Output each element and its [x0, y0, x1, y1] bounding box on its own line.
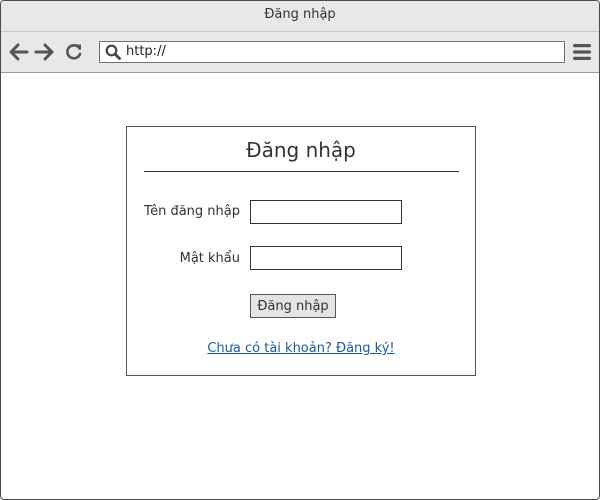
- hamburger-menu-icon: [573, 44, 591, 60]
- browser-toolbar: [1, 32, 599, 73]
- reload-button[interactable]: [64, 42, 84, 62]
- title-divider: [144, 171, 459, 172]
- login-form: Đăng nhập Tên đăng nhập Mật khẩu Đăng nh…: [126, 126, 476, 376]
- address-input[interactable]: [126, 42, 556, 62]
- address-bar[interactable]: [99, 41, 565, 63]
- menu-button[interactable]: [572, 43, 592, 61]
- password-label: Mật khẩu: [179, 251, 240, 266]
- register-link[interactable]: Chưa có tài khoản? Đăng ký!: [127, 341, 475, 356]
- title-bar: Đăng nhập: [1, 1, 599, 32]
- window-title: Đăng nhập: [264, 7, 336, 22]
- login-submit-button[interactable]: Đăng nhập: [250, 294, 336, 318]
- browser-window: Đăng nhập http:// Đăng nhập Tên đăng nhậ…: [0, 0, 600, 500]
- back-button[interactable]: [9, 42, 29, 62]
- password-input[interactable]: [250, 246, 402, 270]
- username-input[interactable]: [250, 200, 402, 224]
- forward-button[interactable]: [34, 42, 54, 62]
- arrow-right-icon: [34, 43, 54, 61]
- login-title: Đăng nhập: [246, 138, 356, 162]
- search-icon: [105, 44, 121, 60]
- arrow-left-icon: [9, 43, 29, 61]
- username-label: Tên đăng nhập: [143, 204, 240, 219]
- reload-icon: [66, 44, 82, 60]
